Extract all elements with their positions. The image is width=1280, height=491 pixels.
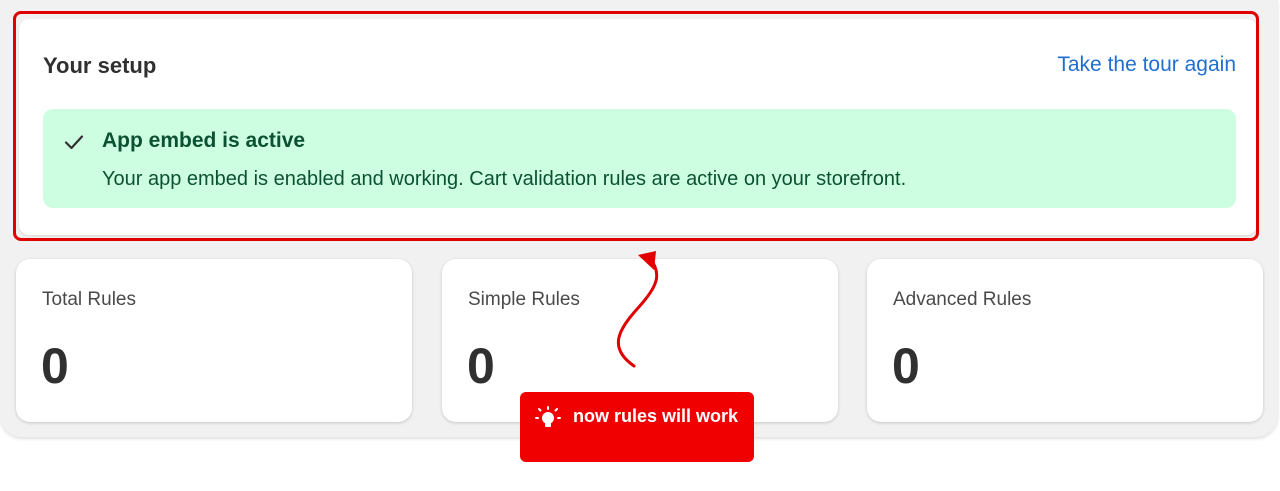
banner-title: App embed is active <box>102 129 306 152</box>
stat-card-advanced-rules: Advanced Rules 0 <box>867 259 1263 422</box>
stat-value: 0 <box>467 338 495 394</box>
setup-card: Your setup Take the tour again App embed… <box>19 19 1257 235</box>
checkmark-icon <box>64 135 84 150</box>
annotation-callout: now rules will work <box>520 392 754 462</box>
banner-message: Your app embed is enabled and working. C… <box>102 168 907 190</box>
stat-label: Advanced Rules <box>893 289 1032 310</box>
stat-value: 0 <box>41 338 69 394</box>
lightbulb-icon <box>535 406 561 427</box>
stat-value: 0 <box>892 338 920 394</box>
stat-label: Total Rules <box>42 289 136 310</box>
stat-label: Simple Rules <box>468 289 580 310</box>
take-tour-link[interactable]: Take the tour again <box>1057 53 1236 77</box>
stat-card-total-rules: Total Rules 0 <box>16 259 412 422</box>
annotation-arrow <box>616 251 659 368</box>
callout-text: now rules will work <box>573 406 739 426</box>
screenshot-stage: Your setup Take the tour again App embed… <box>0 0 1280 491</box>
setup-title: Your setup <box>43 53 157 78</box>
app-embed-status-banner: App embed is active Your app embed is en… <box>43 109 1236 208</box>
